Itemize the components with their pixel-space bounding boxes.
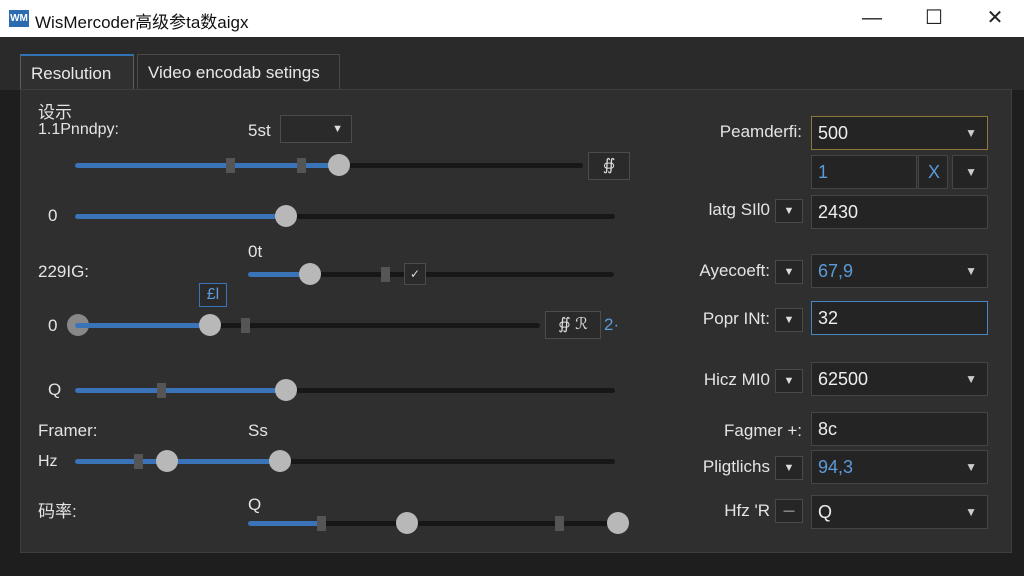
chevron-down-icon: ▼: [965, 264, 977, 278]
row4-value: 0: [48, 316, 58, 335]
maximize-button[interactable]: ☐: [905, 0, 963, 37]
hicz-label: Hicz MI0: [703, 370, 770, 389]
chevron-down-icon: ▼: [965, 505, 977, 519]
fagmer-value: 8c: [818, 419, 838, 439]
sub-clear-button[interactable]: X: [918, 155, 948, 189]
chevron-down-icon: ▼: [965, 372, 977, 386]
row2-slider[interactable]: [75, 205, 615, 227]
pligt-dropdown[interactable]: ▼: [775, 456, 803, 480]
bitrate-label: 码率:: [38, 502, 77, 521]
aspect-value: 67,9: [818, 261, 854, 281]
row5-slider-handle[interactable]: [275, 379, 297, 401]
row2-slider-fill: [75, 214, 286, 219]
bitrate-slider-tick: [555, 516, 564, 531]
sub-input[interactable]: 1: [811, 155, 917, 189]
param-select[interactable]: 500 ▼: [811, 116, 988, 150]
row1-dropdown[interactable]: ▼: [280, 115, 352, 143]
row3-slider-tick: [381, 267, 390, 282]
bitrate-slider-handle-mid[interactable]: [396, 512, 418, 534]
row1-slider-tick: [297, 158, 306, 173]
latg-input[interactable]: 2430: [811, 195, 988, 229]
row1-value: 5st: [248, 121, 271, 140]
row5-slider[interactable]: [75, 379, 615, 401]
sub-dropdown[interactable]: ▼: [952, 155, 988, 189]
row2-value: 0: [48, 206, 58, 225]
popr-label: Popr INt:: [702, 309, 770, 328]
aspect-select[interactable]: 67,9 ▼: [811, 254, 988, 288]
popr-input[interactable]: 32: [811, 301, 988, 335]
bitrate-slider-fill: [248, 521, 321, 526]
row5-value: Q: [48, 380, 62, 399]
fagmer-label: Fagmer +:: [724, 421, 802, 440]
row1-slider-tick: [226, 158, 235, 173]
close-button[interactable]: ✕: [966, 0, 1024, 37]
tab-resolution[interactable]: Resolution: [20, 54, 134, 90]
row4-suffix: 2·: [604, 315, 620, 334]
hz-slider[interactable]: [75, 450, 615, 472]
chevron-down-icon: ▼: [965, 126, 977, 140]
hfz-dropdown[interactable]: —: [775, 499, 803, 523]
row5-slider-tick: [157, 383, 166, 398]
fagmer-input[interactable]: 8c: [811, 412, 988, 446]
row2-slider-handle[interactable]: [275, 205, 297, 227]
hz-slider-tick: [134, 454, 143, 469]
aspect-dropdown[interactable]: ▼: [775, 260, 803, 284]
row4-slider-tick: [241, 318, 250, 333]
bitrate-slider[interactable]: [248, 512, 629, 534]
minimize-button[interactable]: —: [843, 0, 901, 37]
hfz-value: Q: [818, 502, 833, 522]
hicz-select[interactable]: 62500 ▼: [811, 362, 988, 396]
row3-slider-handle[interactable]: [299, 263, 321, 285]
row4-slider-handle[interactable]: [199, 314, 221, 336]
row3-label: 229IG:: [38, 262, 90, 281]
row1-action-button[interactable]: ∯: [588, 152, 630, 180]
hicz-value: 62500: [818, 369, 869, 389]
row3-check-button[interactable]: ✓: [404, 263, 426, 285]
pligt-select[interactable]: 94,3 ▼: [811, 450, 988, 484]
tab-video-encoding[interactable]: Video encodab setings: [137, 54, 340, 90]
framer-value: Ss: [248, 421, 268, 440]
row4-badge[interactable]: £l: [199, 283, 227, 307]
bitrate-value: Q: [248, 495, 262, 514]
popr-value: 32: [818, 308, 839, 328]
section-title: 设示: [38, 103, 72, 122]
popr-dropdown[interactable]: ▼: [775, 308, 803, 332]
app-icon: WM: [9, 10, 29, 27]
window-title: WisMercoder高级参ta数aigx: [35, 13, 249, 32]
row3-slider[interactable]: [248, 263, 614, 285]
row1-label: 1.1Pnndpy:: [38, 121, 119, 138]
hz-slider-handle-start[interactable]: [156, 450, 178, 472]
bitrate-slider-tick: [317, 516, 326, 531]
aspect-label: Ayecoeft:: [699, 261, 770, 280]
hz-slider-handle[interactable]: [269, 450, 291, 472]
bitrate-slider-handle[interactable]: [607, 512, 629, 534]
row4-action-button[interactable]: ∯ ℛ: [545, 311, 601, 339]
latg-value: 2430: [818, 202, 859, 222]
latg-dropdown[interactable]: ▼: [775, 199, 803, 223]
row1-slider-handle[interactable]: [328, 154, 350, 176]
param-value: 500: [818, 123, 849, 143]
row3-value: 0t: [248, 242, 263, 261]
row4-slider[interactable]: [67, 314, 540, 336]
row4-slider-fill: [75, 323, 210, 328]
framer-label: Framer:: [38, 421, 98, 440]
tab-bar: Resolution Video encodab setings: [0, 37, 1024, 90]
pligt-value: 94,3: [818, 457, 854, 477]
chevron-down-icon: ▼: [965, 165, 977, 179]
hfz-label: Hfz 'R: [724, 501, 770, 520]
title-bar: WM WisMercoder高级参ta数aigx — ☐ ✕: [0, 0, 1024, 37]
hfz-select[interactable]: Q ▼: [811, 495, 988, 529]
param-label: Peamderfi:: [719, 122, 802, 141]
hicz-dropdown[interactable]: ▼: [775, 369, 803, 393]
hz-label: Hz: [38, 453, 58, 470]
pligt-label: Pligtlichs: [702, 457, 770, 476]
row1-slider[interactable]: [75, 154, 583, 176]
chevron-down-icon: ▼: [332, 123, 343, 135]
row5-slider-fill: [75, 388, 286, 393]
latg-label: latg SIl0: [708, 200, 770, 219]
sub-value: 1: [818, 162, 829, 182]
chevron-down-icon: ▼: [965, 460, 977, 474]
